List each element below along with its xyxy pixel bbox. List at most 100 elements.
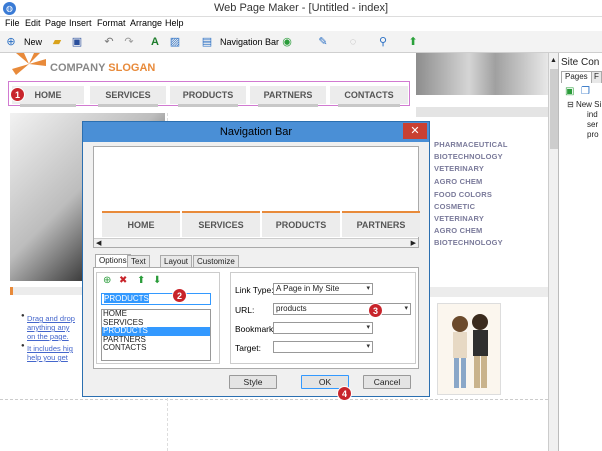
- bookmark-select[interactable]: ▾: [273, 322, 373, 334]
- insert-object-icon[interactable]: ◉: [280, 35, 294, 49]
- preview-item: SERVICES: [182, 211, 260, 241]
- list-item[interactable]: CONTACTS: [102, 343, 210, 353]
- menu-insert[interactable]: Insert: [69, 18, 92, 28]
- canvas-scrollbar[interactable]: ▲: [548, 53, 558, 451]
- guide-line: [0, 399, 548, 400]
- navbar-preview: HOME SERVICES PRODUCTS PARTNERS ◀ ▶: [93, 146, 420, 248]
- scroll-right-icon[interactable]: ▶: [411, 239, 416, 247]
- nav-services[interactable]: SERVICES: [90, 86, 166, 107]
- link-type-select[interactable]: A Page in My Site ▾: [273, 283, 373, 295]
- url-select[interactable]: products ▾: [273, 303, 411, 315]
- style-button[interactable]: Style: [229, 375, 277, 389]
- delete-item-icon[interactable]: ✖: [119, 275, 127, 286]
- new-page-icon[interactable]: ⊕: [4, 35, 18, 49]
- callout-badge-3: 3: [368, 303, 383, 318]
- item-name-input[interactable]: PRODUCTS: [101, 293, 211, 305]
- preview-item: HOME: [102, 211, 180, 241]
- open-folder-icon[interactable]: ▰: [50, 35, 64, 49]
- window-titlebar: ◍ Web Page Maker - [Untitled - index]: [0, 0, 602, 17]
- menu-page[interactable]: Page: [45, 18, 66, 28]
- menu-file[interactable]: File: [5, 18, 20, 28]
- tree-page-products[interactable]: pro: [587, 130, 599, 139]
- preview-icon[interactable]: ◌: [346, 35, 360, 49]
- move-down-icon[interactable]: ⬇: [153, 275, 161, 286]
- copy-page-icon[interactable]: ❐: [581, 86, 590, 97]
- bullet-dot: ●: [21, 343, 25, 349]
- category-item[interactable]: BIOTECHNOLOGY: [426, 152, 503, 161]
- couple-image: [437, 303, 501, 395]
- nav-contacts[interactable]: CONTACTS: [330, 86, 408, 107]
- category-item[interactable]: FOOD COLORS: [426, 190, 492, 199]
- new-button[interactable]: New: [24, 37, 42, 47]
- add-page-icon[interactable]: ▣: [565, 86, 574, 97]
- navbar-icon[interactable]: ▤: [200, 35, 214, 49]
- target-select[interactable]: ▾: [273, 341, 373, 353]
- bullet-text-2: It includes hig help you get: [27, 344, 73, 362]
- redo-icon[interactable]: ↷: [122, 35, 136, 49]
- bullet-text-1: Drag and drop anything any on the page.: [27, 314, 75, 341]
- chevron-down-icon: ▾: [366, 343, 370, 350]
- site-panel-title: Site Con: [561, 57, 600, 68]
- save-icon[interactable]: ▣: [70, 35, 84, 49]
- image-icon[interactable]: ▨: [168, 35, 182, 49]
- tree-page-index[interactable]: ind: [587, 110, 598, 119]
- window-title: Web Page Maker - [Untitled - index]: [213, 2, 389, 14]
- scroll-left-icon[interactable]: ◀: [96, 239, 101, 247]
- company-name: COMPANY SLOGAN: [50, 62, 156, 74]
- category-item[interactable]: COSMETIC: [426, 202, 475, 211]
- category-item[interactable]: VETERINARY: [426, 214, 484, 223]
- link-group: Link Type: A Page in My Site ▾ URL: produ…: [230, 272, 416, 364]
- menu-format[interactable]: Format: [97, 18, 126, 28]
- edit-icon[interactable]: ✎: [316, 35, 330, 49]
- callout-badge-1: 1: [10, 87, 25, 102]
- publish-icon[interactable]: ⬆: [406, 35, 420, 49]
- add-item-icon[interactable]: ⊕: [103, 275, 111, 286]
- dialog-titlebar: Navigation Bar ✕: [83, 122, 429, 142]
- menu-edit[interactable]: Edit: [25, 18, 41, 28]
- category-item[interactable]: AGRO CHEM: [426, 226, 482, 235]
- dialog-title: Navigation Bar: [219, 126, 293, 138]
- undo-icon[interactable]: ↶: [102, 35, 116, 49]
- move-up-icon[interactable]: ⬆: [137, 275, 145, 286]
- menubar: File Edit Page Insert Format Arrange Hel…: [0, 17, 602, 31]
- menu-help[interactable]: Help: [165, 18, 184, 28]
- chevron-down-icon: ▾: [366, 324, 370, 331]
- tree-root[interactable]: ⊟ New Si: [567, 100, 601, 109]
- zoom-icon[interactable]: ⚲: [376, 35, 390, 49]
- logo-graphic: [12, 53, 46, 75]
- tree-page-services[interactable]: ser: [587, 120, 598, 129]
- scroll-up-icon[interactable]: ▲: [550, 57, 557, 64]
- site-content-panel: Site Con Pages F ▣ ❐ ⊟ New Si ind ser pr…: [558, 53, 602, 451]
- nav-products[interactable]: PRODUCTS: [170, 86, 246, 107]
- preview-item: PRODUCTS: [262, 211, 340, 241]
- target-label: Target:: [235, 343, 261, 353]
- cancel-button[interactable]: Cancel: [363, 375, 411, 389]
- items-listbox[interactable]: HOME SERVICES PRODUCTS PARTNERS CONTACTS: [101, 309, 211, 361]
- items-group: ⊕ ✖ ⬆ ⬇ PRODUCTS HOME SERVICES PRODUCTS …: [96, 272, 220, 364]
- tab-files[interactable]: F: [591, 71, 602, 83]
- preview-item: PARTNERS: [342, 211, 420, 241]
- callout-badge-4: 4: [337, 386, 352, 401]
- close-icon[interactable]: ✕: [403, 123, 427, 139]
- link-type-label: Link Type:: [235, 285, 274, 295]
- text-icon[interactable]: A: [148, 35, 162, 49]
- url-label: URL:: [235, 305, 255, 315]
- scroll-thumb[interactable]: [550, 69, 558, 149]
- category-item[interactable]: AGRO CHEM: [426, 177, 482, 186]
- toolbar: ⊕ New ▰ ▣ ↶ ↷ A ▨ ▤ Navigation Bar ◉ ✎ ◌…: [0, 31, 602, 53]
- navigation-bar-dialog: Navigation Bar ✕ HOME SERVICES PRODUCTS …: [82, 121, 430, 397]
- category-item[interactable]: PHARMACEUTICAL: [426, 140, 508, 149]
- chevron-down-icon: ▾: [404, 305, 408, 312]
- header-building-image: [416, 53, 548, 95]
- preview-scrollbar[interactable]: ◀ ▶: [94, 238, 418, 247]
- right-column-header: [416, 107, 548, 117]
- navigation-bar-button[interactable]: Navigation Bar: [220, 37, 279, 47]
- category-item[interactable]: VETERINARY: [426, 164, 484, 173]
- nav-partners[interactable]: PARTNERS: [250, 86, 326, 107]
- options-panel: ⊕ ✖ ⬆ ⬇ PRODUCTS HOME SERVICES PRODUCTS …: [93, 267, 419, 369]
- tab-options[interactable]: Options: [95, 254, 131, 268]
- category-item[interactable]: BIOTECHNOLOGY: [426, 238, 503, 247]
- chevron-down-icon: ▾: [366, 285, 370, 292]
- menu-arrange[interactable]: Arrange: [130, 18, 162, 28]
- tab-pages[interactable]: Pages: [561, 71, 592, 83]
